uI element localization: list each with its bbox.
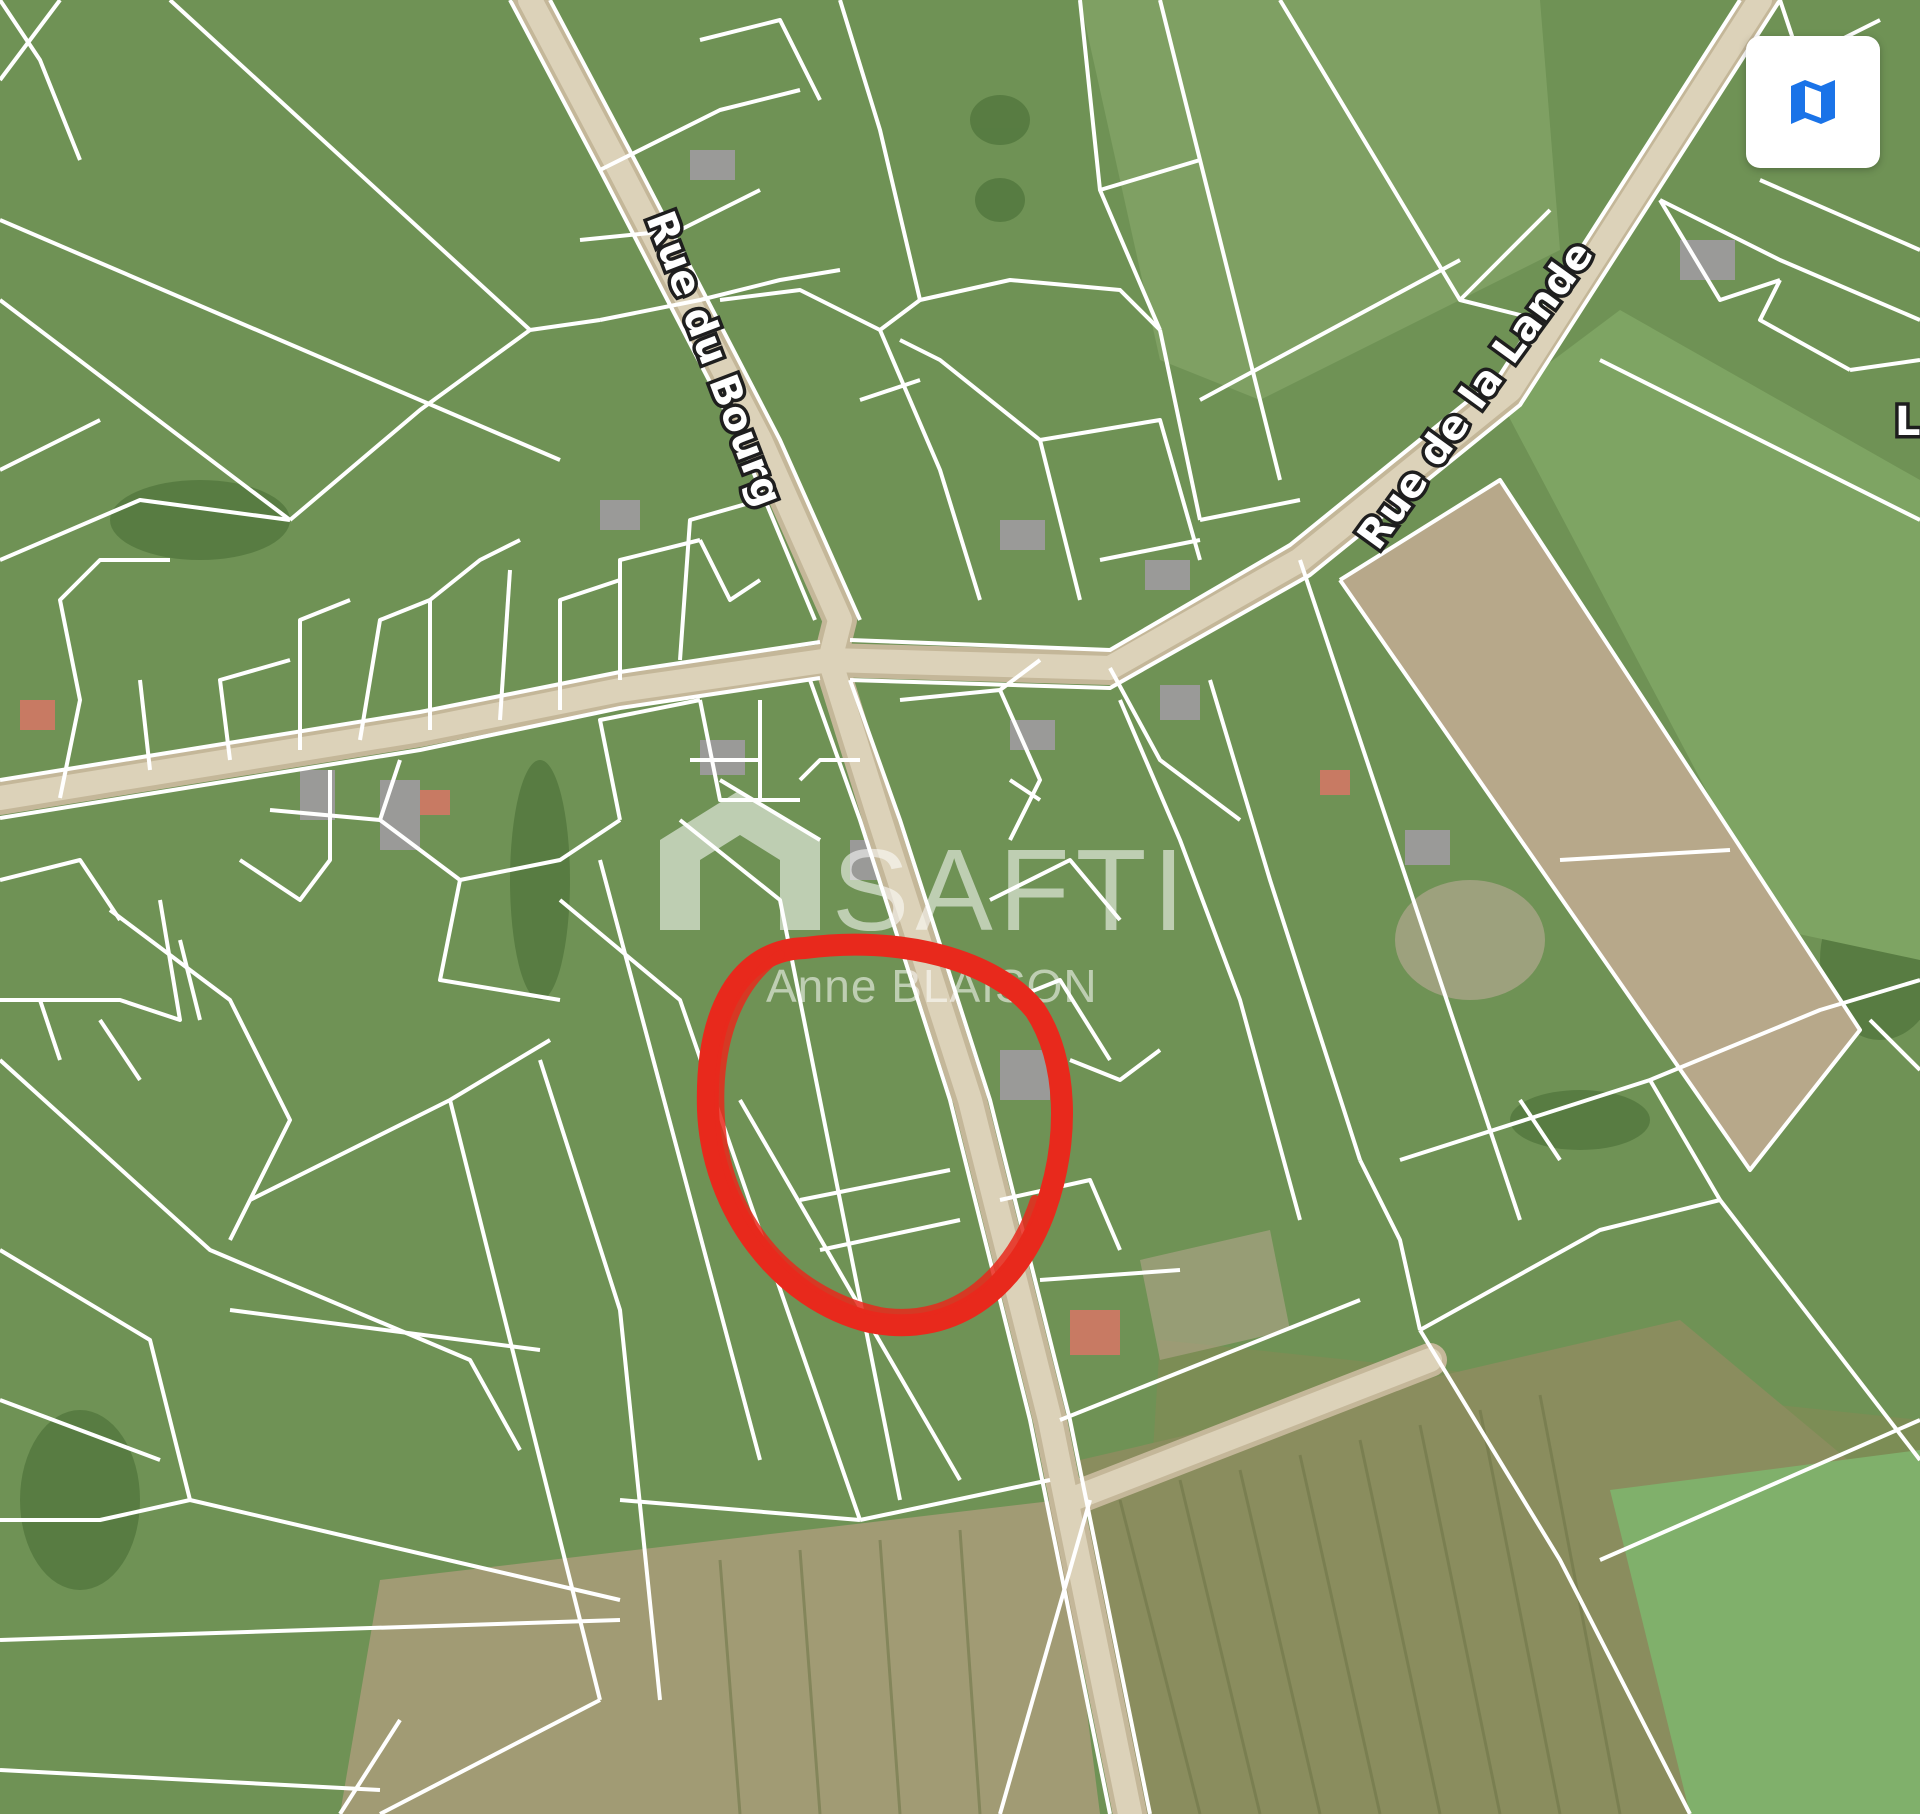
street-label-edge[interactable]: L bbox=[1892, 396, 1920, 449]
folded-map-icon bbox=[1791, 80, 1835, 124]
satellite-map-canvas[interactable]: SAFTI Anne BLAISON Rue du Bourg Rue de l… bbox=[0, 0, 1920, 1814]
cadastral-map[interactable]: SAFTI Anne BLAISON Rue du Bourg Rue de l… bbox=[0, 0, 1920, 1814]
watermark-agent-name: Anne BLAISON bbox=[766, 960, 1098, 1012]
map-mode-button[interactable] bbox=[1746, 36, 1880, 168]
